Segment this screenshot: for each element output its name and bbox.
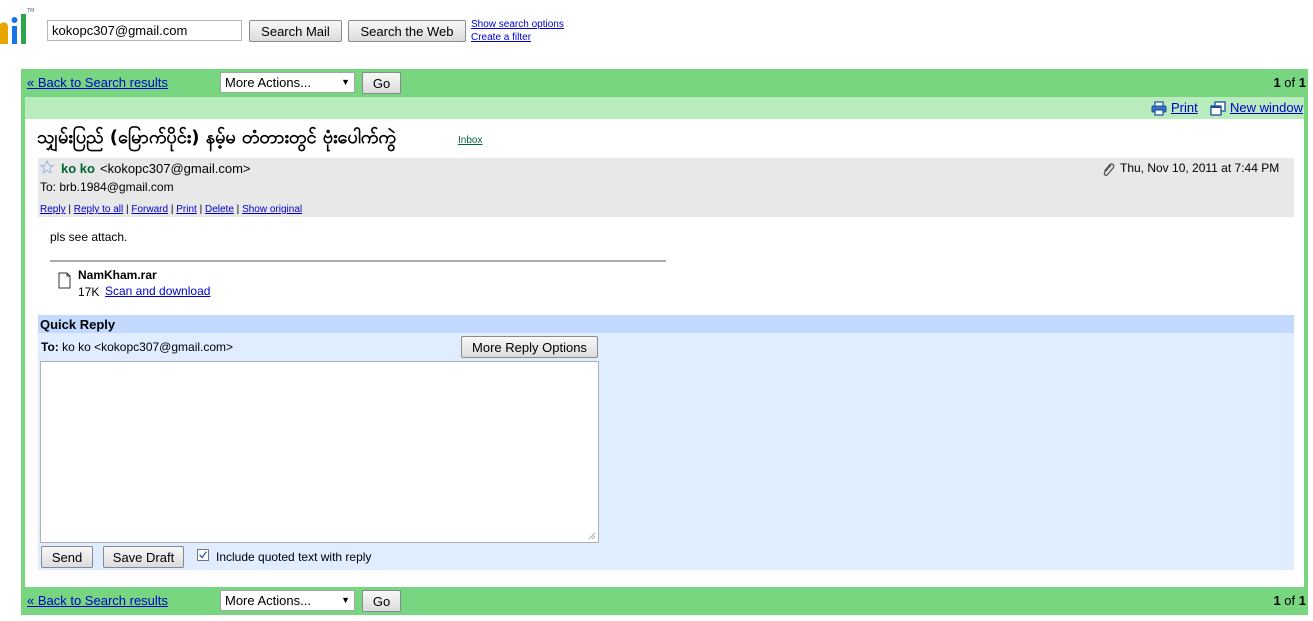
- pager-total: 1: [1298, 593, 1306, 608]
- back-to-results-link[interactable]: « Back to Search results: [27, 75, 168, 90]
- dropdown-arrow-icon: ▼: [341, 595, 350, 605]
- quick-reply-title: Quick Reply: [40, 317, 116, 332]
- send-button[interactable]: Send: [41, 546, 93, 568]
- inbox-label-link[interactable]: Inbox: [458, 135, 482, 146]
- new-window-icon[interactable]: [1210, 101, 1226, 116]
- gmail-logo-icon: TM: [0, 8, 34, 44]
- attachment-name: NamKham.rar: [78, 268, 157, 282]
- forward-link[interactable]: Forward: [131, 204, 168, 215]
- show-original-link[interactable]: Show original: [242, 204, 302, 215]
- top-toolbar: « Back to Search results More Actions...…: [21, 69, 1308, 97]
- pager-of: of: [1284, 75, 1296, 90]
- bottom-toolbar: « Back to Search results More Actions...…: [21, 587, 1308, 615]
- quick-reply-header: [38, 315, 1294, 333]
- attachment-divider: [50, 260, 666, 262]
- dropdown-arrow-icon: ▼: [341, 77, 350, 87]
- star-icon[interactable]: [40, 160, 54, 174]
- message-date: Thu, Nov 10, 2011 at 7:44 PM: [1120, 161, 1280, 175]
- message-actions: Reply | Reply to all | Forward | Print |…: [40, 204, 303, 215]
- file-icon: [58, 272, 71, 289]
- resize-grip-icon[interactable]: [586, 530, 596, 540]
- pager-of: of: [1284, 593, 1296, 608]
- save-draft-button[interactable]: Save Draft: [103, 546, 184, 568]
- go-button[interactable]: Go: [362, 590, 401, 612]
- message-body: pls see attach.: [50, 230, 128, 244]
- message-tools-row: [25, 97, 1304, 119]
- go-button[interactable]: Go: [362, 72, 401, 94]
- sender-email: <kokopc307@gmail.com>: [100, 161, 251, 176]
- print-message-link[interactable]: Print: [176, 204, 197, 215]
- reply-all-link[interactable]: Reply to all: [74, 204, 123, 215]
- quick-reply-to-label: To:: [41, 340, 59, 354]
- show-search-options-link[interactable]: Show search options: [471, 19, 564, 30]
- printer-icon[interactable]: [1151, 101, 1167, 116]
- svg-text:TM: TM: [26, 8, 34, 14]
- more-actions-value: More Actions...: [225, 593, 311, 608]
- include-quoted-label: Include quoted text with reply: [216, 550, 372, 564]
- print-all-link[interactable]: Print: [1171, 100, 1198, 115]
- more-actions-select[interactable]: More Actions... ▼: [220, 590, 355, 611]
- scan-and-download-link[interactable]: Scan and download: [105, 284, 210, 298]
- new-window-link[interactable]: New window: [1230, 100, 1303, 115]
- reply-link[interactable]: Reply: [40, 204, 66, 215]
- message-subject: သျှမ်းပြည် (မြောက်ပိုင်း) နမ့်မ တံတားတွင…: [37, 127, 396, 148]
- attachment-size: 17K: [78, 285, 100, 299]
- pager-current: 1: [1273, 75, 1281, 90]
- create-filter-link[interactable]: Create a filter: [471, 32, 531, 43]
- more-actions-value: More Actions...: [225, 75, 311, 90]
- delete-link[interactable]: Delete: [205, 204, 234, 215]
- reply-textarea[interactable]: [40, 361, 599, 543]
- search-web-button[interactable]: Search the Web: [348, 20, 466, 42]
- pager-current: 1: [1273, 593, 1281, 608]
- search-mail-button[interactable]: Search Mail: [249, 20, 342, 42]
- frame-border-right: [1304, 97, 1308, 587]
- frame-border-left: [21, 97, 25, 587]
- recipient-line: To: brb.1984@gmail.com: [40, 180, 174, 194]
- paperclip-icon: [1103, 163, 1115, 176]
- more-reply-options-button[interactable]: More Reply Options: [461, 336, 598, 358]
- back-to-results-link[interactable]: « Back to Search results: [27, 593, 168, 608]
- quick-reply-to-value: ko ko <kokopc307@gmail.com>: [62, 340, 234, 354]
- pager: 1 of 1: [1273, 75, 1306, 90]
- quick-reply-recipient: To: ko ko <kokopc307@gmail.com>: [41, 340, 233, 354]
- sender-name[interactable]: ko ko: [61, 161, 95, 176]
- include-quoted-checkbox[interactable]: [197, 549, 209, 561]
- pager: 1 of 1: [1273, 593, 1306, 608]
- pager-total: 1: [1298, 75, 1306, 90]
- search-input[interactable]: [47, 20, 242, 41]
- more-actions-select[interactable]: More Actions... ▼: [220, 72, 355, 93]
